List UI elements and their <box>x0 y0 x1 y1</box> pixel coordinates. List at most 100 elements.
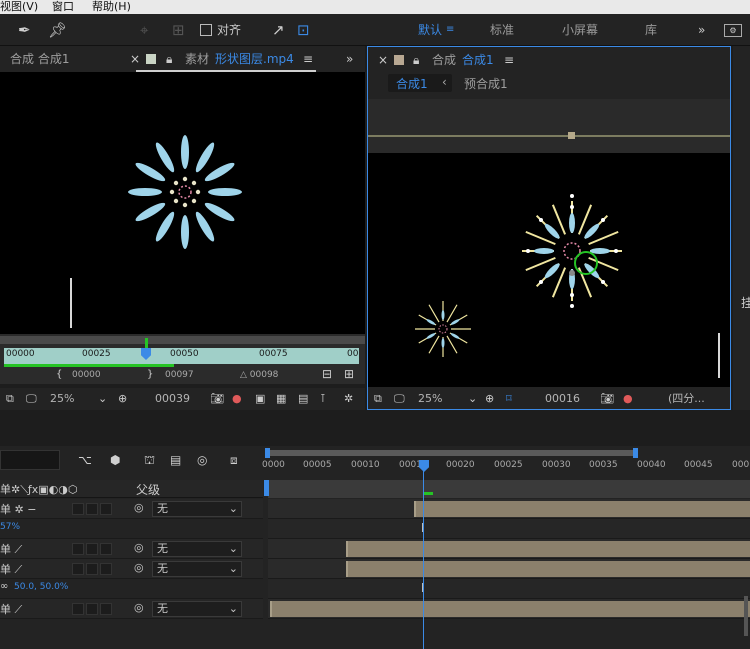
layer-track[interactable] <box>268 559 750 579</box>
switch-box[interactable] <box>100 543 112 555</box>
menu-view[interactable]: 视图(V) <box>0 0 38 13</box>
camera-icon[interactable]: 📷︎ <box>600 388 614 410</box>
layer-switches[interactable]: 单 ⟋ <box>0 561 22 577</box>
parent-dropdown[interactable]: 无 ⌄ <box>152 561 242 577</box>
property-row-opacity[interactable]: 57% <box>0 519 263 539</box>
work-area-bar[interactable] <box>0 336 365 344</box>
breadcrumb-other[interactable]: 预合成1 <box>464 75 508 92</box>
puppet-pin-icon[interactable]: ✒ <box>18 14 31 46</box>
layer-track[interactable] <box>268 539 750 559</box>
parent-dropdown[interactable]: 无 ⌄ <box>152 541 242 557</box>
comp-tab-prefix[interactable]: 合成 <box>432 47 456 73</box>
footage-tab-file[interactable]: 形状图层.mp4 <box>215 46 294 72</box>
switch-box[interactable] <box>100 563 112 575</box>
align-checkbox[interactable] <box>200 24 212 36</box>
layer-clip[interactable] <box>414 501 750 517</box>
layer-clip[interactable] <box>346 561 750 577</box>
switch-box[interactable] <box>86 543 98 555</box>
footage-time-ruler[interactable]: 00000 00025 00050 00075 00 { 00000 } 000… <box>0 334 365 384</box>
switch-box[interactable] <box>100 503 112 515</box>
time-navigator[interactable] <box>264 480 750 498</box>
layer-switches[interactable]: 单 ⟋ <box>0 541 22 557</box>
search-help-icon[interactable]: ⚙ <box>724 24 742 37</box>
workspace-default[interactable]: 默认 <box>418 14 442 46</box>
scale-value[interactable]: 50.0, 50.0% <box>14 582 68 592</box>
layer-clip[interactable] <box>346 541 750 557</box>
menu-window[interactable]: 窗口 <box>52 0 74 13</box>
current-time-display[interactable]: 00039 <box>155 388 190 410</box>
lock-icon[interactable]: 🔒︎ <box>413 47 419 73</box>
in-point-icon[interactable]: { <box>56 369 62 380</box>
frame-blending-icon[interactable]: ▤ <box>170 450 181 470</box>
comp-flowchart-icon[interactable]: ⌥ <box>78 450 92 470</box>
side-panel-tab[interactable]: 挂 <box>741 294 750 311</box>
toggle-mask-icon[interactable]: ▤ <box>298 388 308 410</box>
snap-target-icon[interactable]: ⊡ <box>297 14 310 46</box>
shy-layers-icon[interactable]: ⛫ <box>144 450 155 470</box>
transparency-grid-icon[interactable]: ▦ <box>276 388 286 410</box>
magnification-dropdown[interactable]: 25% <box>50 388 74 410</box>
opacity-value[interactable]: 57% <box>0 522 20 532</box>
switch-box[interactable] <box>86 603 98 615</box>
layer-switches[interactable]: 单 ✲ − <box>0 501 36 517</box>
work-area-bar[interactable] <box>265 450 637 456</box>
workspace-small-screen[interactable]: 小屏幕 <box>562 14 598 46</box>
pin-icon[interactable]: 📌︎ <box>48 14 67 46</box>
close-icon[interactable]: × <box>378 47 388 73</box>
pickwhip-icon[interactable]: ◎ <box>134 561 144 574</box>
more-tabs-icon[interactable]: » <box>346 46 353 72</box>
panel-menu-icon[interactable]: ≡ <box>504 47 514 73</box>
chevron-down-icon[interactable]: ⌄ <box>468 388 477 410</box>
layer-clip[interactable] <box>270 601 750 617</box>
breadcrumb-active[interactable]: 合成1 <box>396 75 428 92</box>
workspace-standard[interactable]: 标准 <box>490 14 514 46</box>
timeline-scrollbar[interactable] <box>744 596 748 636</box>
mini-flowchart-area[interactable] <box>368 99 730 153</box>
composition-viewer[interactable] <box>368 153 730 387</box>
magnification-dropdown[interactable]: 25% <box>418 388 442 410</box>
mini-timeline-marker[interactable] <box>568 132 575 139</box>
exposure-icon[interactable]: ✲ <box>344 388 353 410</box>
parent-dropdown[interactable]: 无 ⌄ <box>152 601 242 617</box>
out-point-value[interactable]: 00097 <box>165 370 194 380</box>
out-point-icon[interactable]: } <box>147 369 153 380</box>
region-icon[interactable]: ▣ <box>255 388 265 410</box>
switch-box[interactable] <box>86 503 98 515</box>
tab-comp[interactable]: 合成 合成1 <box>10 46 69 72</box>
color-channel-icon[interactable]: ● <box>232 388 242 410</box>
property-track[interactable]: I <box>268 519 750 539</box>
property-track[interactable]: I <box>268 579 750 599</box>
layer-row[interactable]: 单 ✲ − ◎ 无 ⌄ <box>0 499 263 519</box>
panel-menu-icon[interactable]: ≡ <box>303 46 313 72</box>
close-icon[interactable]: × <box>130 46 140 72</box>
property-row-scale[interactable]: ∞ 50.0, 50.0% <box>0 579 263 599</box>
camera-icon[interactable]: 📷︎ <box>210 388 224 410</box>
color-channel-icon[interactable]: ● <box>623 388 633 410</box>
draft-3d-icon[interactable]: ⬢ <box>110 450 120 470</box>
lock-icon[interactable]: 🔒︎ <box>166 46 172 72</box>
always-preview-icon[interactable]: ⧉ <box>374 388 382 410</box>
layer-track[interactable] <box>268 499 750 519</box>
switch-box[interactable] <box>72 543 84 555</box>
layer-row[interactable]: 单 ⟋ ◎ 无 ⌄ <box>0 599 263 619</box>
layer-switches[interactable]: 单 ⟋ <box>0 601 22 617</box>
work-area-start-handle[interactable] <box>265 448 270 458</box>
navigator-start-handle[interactable] <box>264 480 269 496</box>
switch-box[interactable] <box>72 603 84 615</box>
parent-column-header[interactable]: 父级 <box>136 481 160 498</box>
motion-blur-icon[interactable]: ◎ <box>197 450 207 470</box>
chevron-down-icon[interactable]: ⌄ <box>98 388 107 410</box>
switch-box[interactable] <box>72 563 84 575</box>
switch-box[interactable] <box>72 503 84 515</box>
monitor-icon[interactable]: 🖵︎ <box>394 388 405 410</box>
current-time-display[interactable]: 00016 <box>545 388 580 410</box>
in-point-value[interactable]: 00000 <box>72 370 101 380</box>
footage-viewer[interactable] <box>0 72 365 334</box>
overlay-edit-icon[interactable]: ⊞ <box>344 367 354 381</box>
snap-arrow-icon[interactable]: ↗ <box>272 14 285 46</box>
more-workspaces-button[interactable]: » <box>698 14 705 46</box>
safe-margins-icon[interactable]: ⊕ <box>118 388 127 410</box>
monitor-icon[interactable]: 🖵︎ <box>26 388 37 410</box>
safe-margins-icon[interactable]: ⊕ <box>485 388 494 410</box>
layer-search-input[interactable] <box>0 450 60 470</box>
